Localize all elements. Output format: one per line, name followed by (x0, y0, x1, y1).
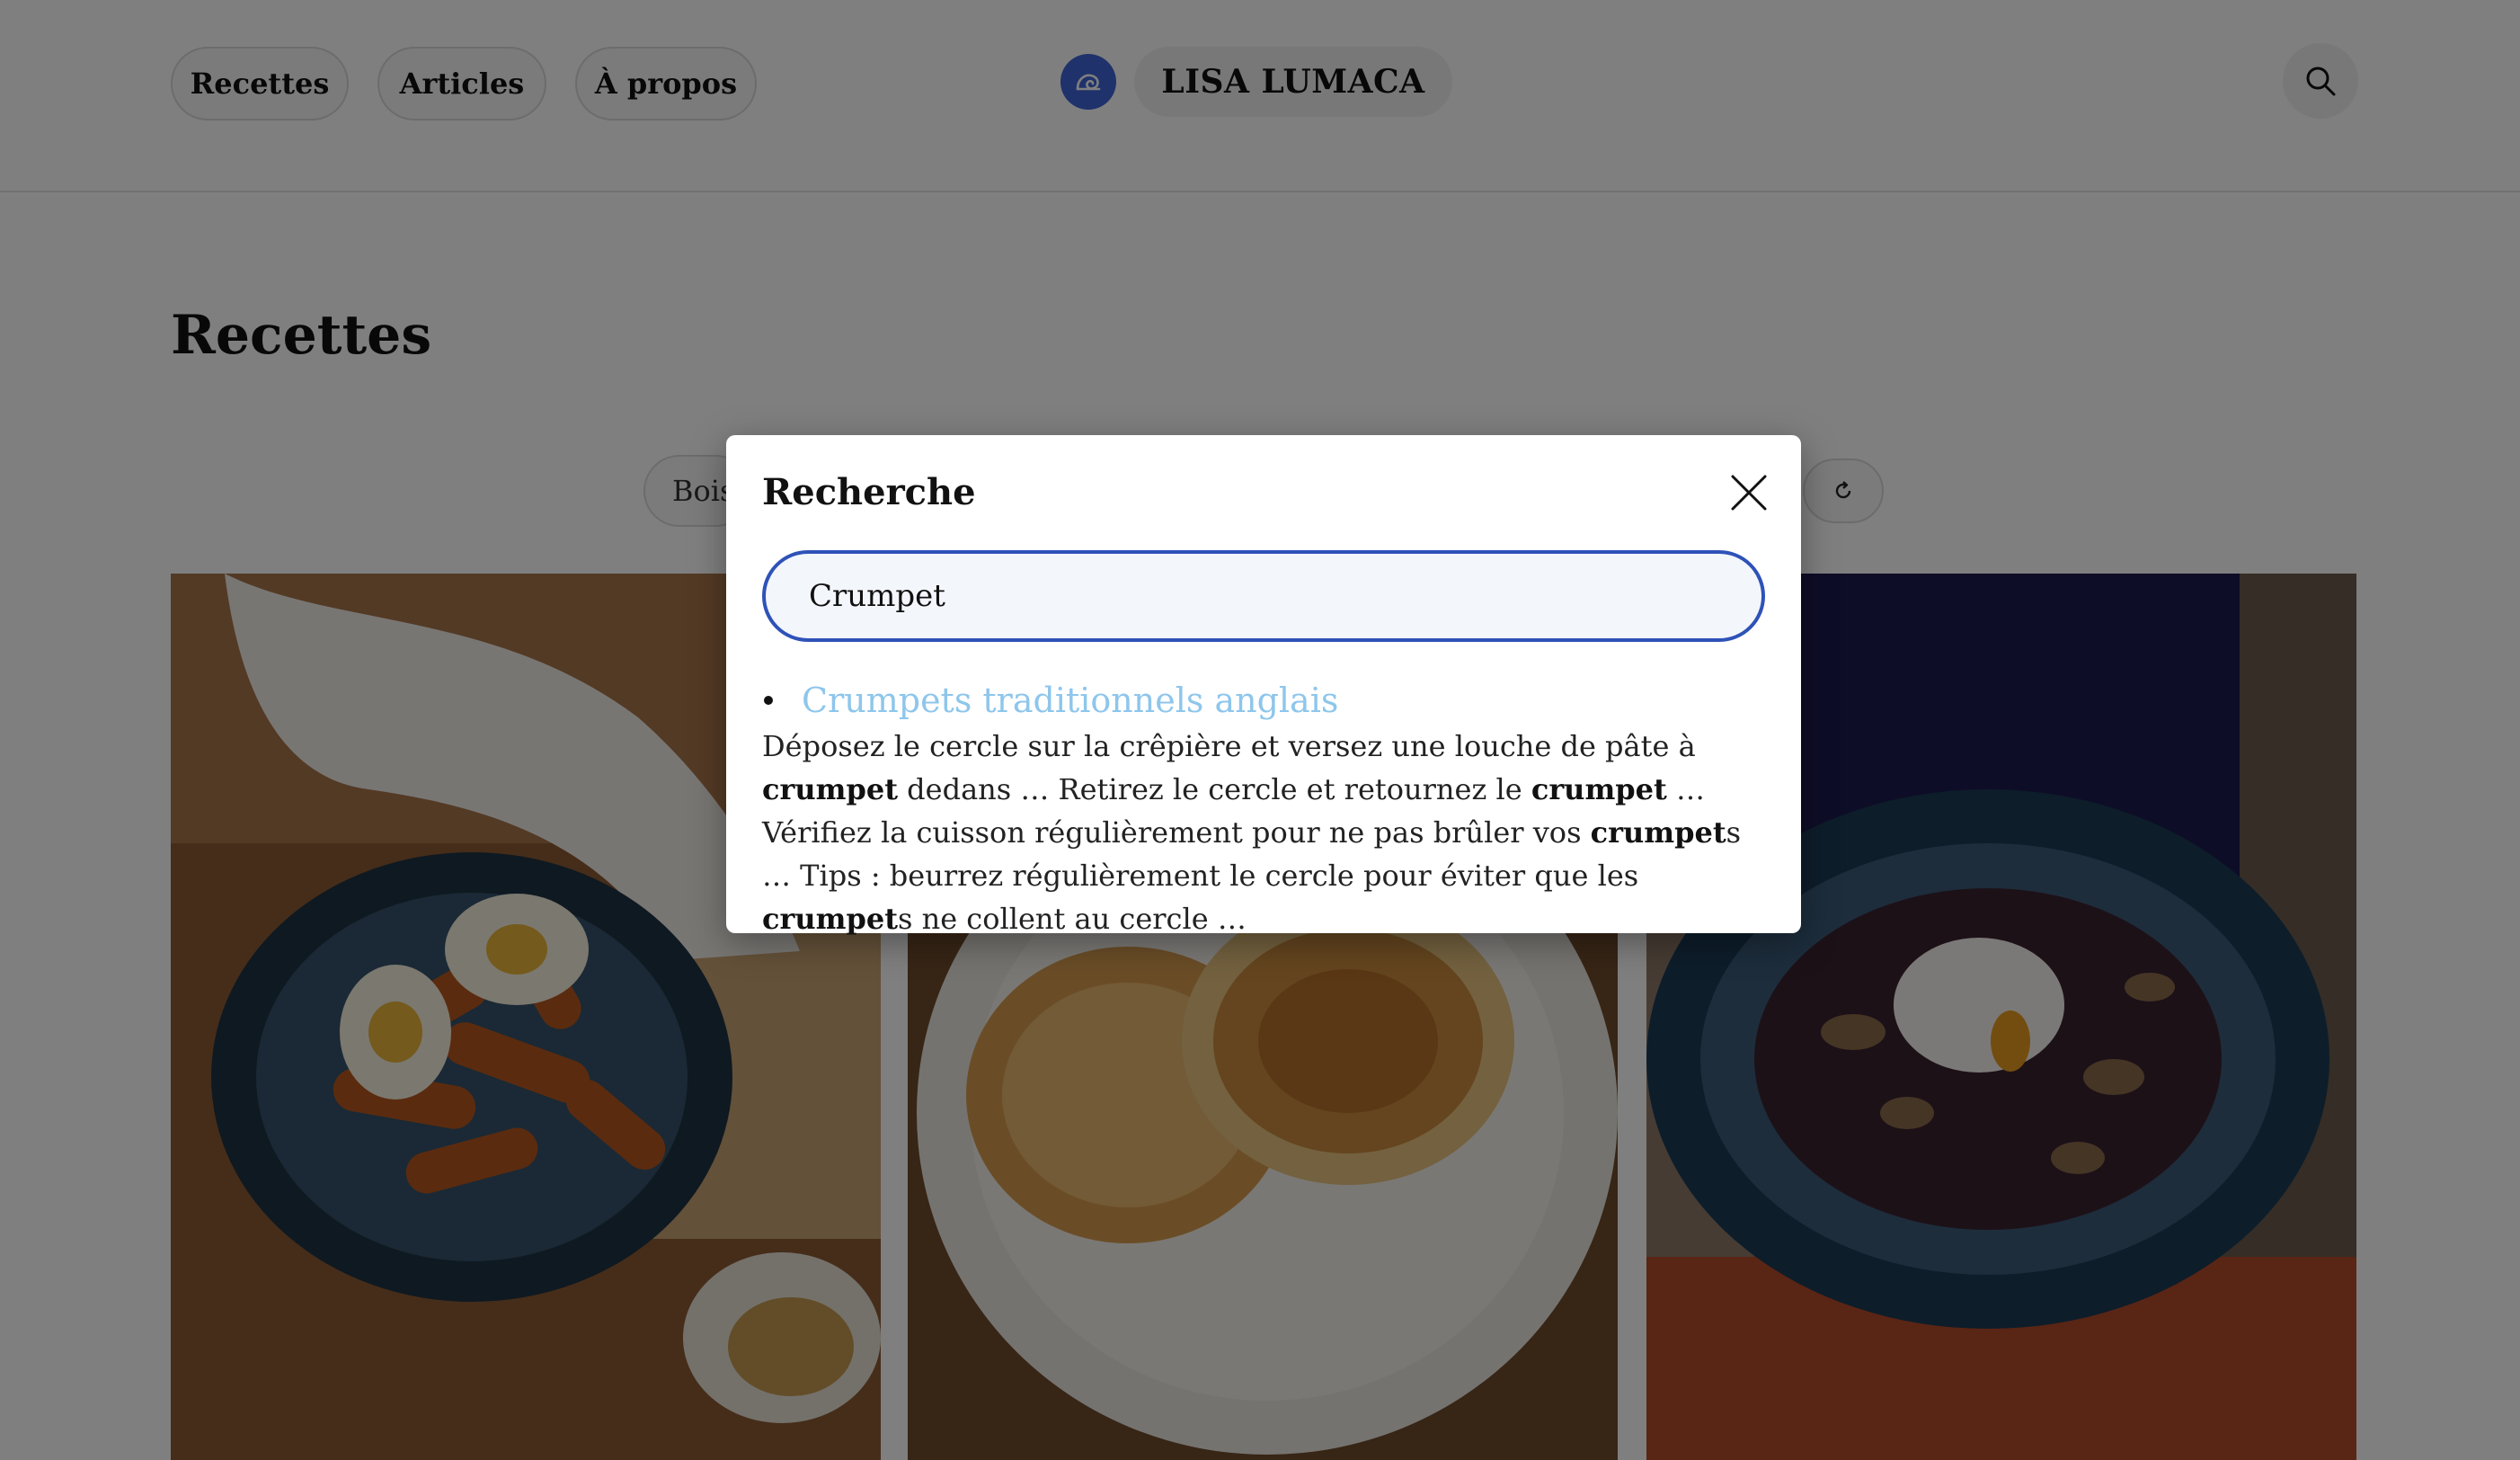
excerpt-text: Déposez le cercle sur la crêpière et ver… (762, 729, 1696, 763)
excerpt-highlight: crumpet (1531, 772, 1667, 806)
excerpt-text: dedans … Retirez le cercle et retournez … (897, 772, 1531, 806)
search-modal: Recherche Crumpets traditionnels anglais… (726, 435, 1801, 936)
search-result-item: Crumpets traditionnels anglais Déposez l… (762, 676, 1778, 940)
search-result-excerpt: Déposez le cercle sur la crêpière et ver… (762, 725, 1778, 940)
list-bullet (764, 696, 773, 705)
search-results: Crumpets traditionnels anglais Déposez l… (762, 676, 1778, 940)
search-result-link[interactable]: Crumpets traditionnels anglais (802, 676, 1778, 725)
excerpt-text: s ne collent au cercle … (897, 902, 1247, 936)
excerpt-highlight: crumpet (1590, 815, 1726, 850)
excerpt-highlight: crumpet (762, 772, 898, 806)
modal-title: Recherche (762, 471, 976, 513)
excerpt-highlight: crumpet (762, 902, 898, 936)
search-input[interactable] (762, 550, 1765, 642)
close-button[interactable] (1724, 467, 1774, 518)
close-icon (1731, 475, 1767, 511)
